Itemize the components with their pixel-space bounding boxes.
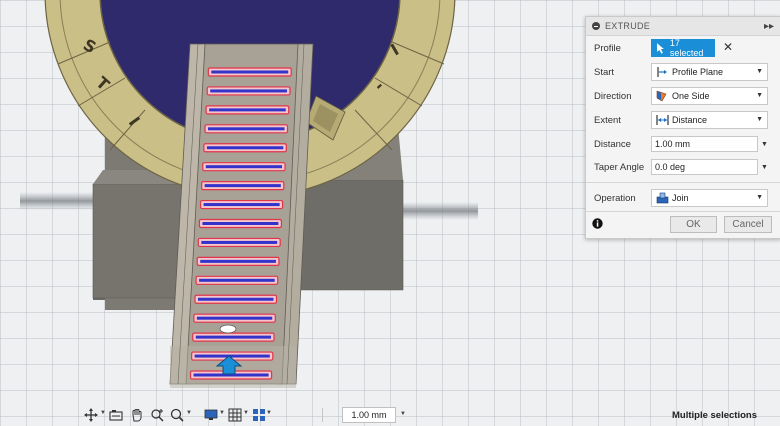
operation-dropdown[interactable]: Join ▼ xyxy=(651,189,768,207)
chevron-down-icon[interactable]: ▼ xyxy=(266,410,272,416)
taper-label: Taper Angle xyxy=(594,161,645,173)
cancel-button[interactable]: Cancel xyxy=(724,216,772,233)
distance-input[interactable]: 1.00 mm xyxy=(651,136,758,152)
viewport-distance-input[interactable]: 1.00 mm xyxy=(342,407,396,423)
cursor-select-icon xyxy=(656,42,664,54)
extent-label: Extent xyxy=(594,114,621,126)
profile-slot-face xyxy=(195,335,272,339)
extent-value: Distance xyxy=(672,115,708,125)
operation-row: Operation Join ▼ xyxy=(586,187,780,209)
panel-title: EXTRUDE xyxy=(605,21,651,31)
clear-selection-icon[interactable]: ✕ xyxy=(723,40,733,54)
operation-label: Operation xyxy=(594,192,636,204)
start-value: Profile Plane xyxy=(672,67,724,77)
origin-marker[interactable] xyxy=(219,324,237,334)
direction-dropdown[interactable]: One Side ▼ xyxy=(651,87,768,105)
profile-slot-face xyxy=(206,146,284,150)
join-icon xyxy=(655,192,669,204)
extent-dropdown[interactable]: Distance ▼ xyxy=(651,111,768,129)
distance-label: Distance xyxy=(594,138,631,150)
taper-row: Taper Angle 0.0 deg ▼ xyxy=(586,156,780,178)
start-label: Start xyxy=(594,66,615,78)
grid-snaps-icon[interactable] xyxy=(227,407,243,423)
panel-divider xyxy=(586,211,780,212)
profile-slot-face xyxy=(201,240,278,244)
extent-row: Extent Distance ▼ xyxy=(586,109,780,131)
profile-slot-face xyxy=(211,70,289,74)
profile-row: Profile 17 selected ✕ xyxy=(586,37,780,59)
taper-angle-input[interactable]: 0.0 deg xyxy=(651,159,758,175)
taper-stepper-icon[interactable]: ▼ xyxy=(761,164,768,171)
chevron-down-icon[interactable]: ▼ xyxy=(186,410,192,416)
profile-slot-face xyxy=(203,203,280,207)
ok-button[interactable]: OK xyxy=(670,216,717,233)
panel-header[interactable]: EXTRUDE ▸▸ xyxy=(586,17,780,36)
chevron-down-icon[interactable]: ▼ xyxy=(219,410,225,416)
panel-divider xyxy=(586,182,780,183)
profile-slot-face xyxy=(204,184,281,188)
navigation-toolbar: ▼ ▼ ▼ ▼ ▼ 1.00 mm ▼ Multiple selections xyxy=(0,404,780,426)
profile-slot-face xyxy=(210,89,287,93)
chevron-down-icon: ▼ xyxy=(756,116,763,123)
profile-slot-face xyxy=(205,165,283,169)
distance-row: Distance 1.00 mm ▼ xyxy=(586,133,780,155)
collapse-icon[interactable] xyxy=(592,22,600,30)
start-row: Start Profile Plane ▼ xyxy=(586,61,780,83)
zoom-window-icon[interactable] xyxy=(149,407,165,423)
chevron-down-icon[interactable]: ▼ xyxy=(400,411,406,417)
profile-label: Profile xyxy=(594,42,621,54)
profile-selection-count: 17 selected xyxy=(669,38,704,58)
profile-slot-face xyxy=(199,278,275,282)
direction-value: One Side xyxy=(672,91,710,101)
zoom-icon[interactable] xyxy=(169,407,185,423)
expand-icon[interactable]: ▸▸ xyxy=(764,21,774,32)
chevron-down-icon[interactable]: ▼ xyxy=(243,410,249,416)
distance-icon xyxy=(655,114,669,126)
extrude-panel: EXTRUDE ▸▸ Profile 17 selected ✕ Start P… xyxy=(585,16,780,239)
direction-label: Direction xyxy=(594,90,632,102)
profile-slot-face xyxy=(194,354,270,358)
profile-slot-face xyxy=(202,222,279,225)
viewports-icon[interactable] xyxy=(251,407,267,423)
3d-viewport[interactable]: S T I I - EXTRUDE ▸▸ Profile 17 selected… xyxy=(0,0,780,426)
profile-slot-face xyxy=(196,316,273,320)
chevron-down-icon: ▼ xyxy=(756,92,763,99)
info-icon[interactable] xyxy=(592,218,603,229)
profile-selection-button[interactable]: 17 selected xyxy=(651,38,715,58)
profile-slot-face xyxy=(208,127,285,131)
toolbar-divider xyxy=(322,408,323,422)
chevron-down-icon: ▼ xyxy=(756,194,763,201)
display-settings-icon[interactable] xyxy=(203,407,219,423)
orbit-move-icon[interactable] xyxy=(83,407,99,423)
profile-slot-face xyxy=(200,259,276,263)
start-dropdown[interactable]: Profile Plane ▼ xyxy=(651,63,768,81)
operation-value: Join xyxy=(672,193,689,203)
profile-slot-face xyxy=(197,297,274,301)
ground-shadow-left xyxy=(20,192,100,210)
chevron-down-icon: ▼ xyxy=(756,68,763,75)
profile-slot-face xyxy=(209,108,286,112)
capture-position-icon[interactable] xyxy=(108,407,124,423)
distance-stepper-icon[interactable]: ▼ xyxy=(761,141,768,148)
one-side-icon xyxy=(655,90,669,102)
ground-shadow-right xyxy=(398,202,478,220)
selection-status: Multiple selections xyxy=(672,410,757,421)
direction-row: Direction One Side ▼ xyxy=(586,85,780,107)
pan-hand-icon[interactable] xyxy=(129,407,145,423)
profile-plane-icon xyxy=(655,66,669,78)
chevron-down-icon[interactable]: ▼ xyxy=(100,410,106,416)
